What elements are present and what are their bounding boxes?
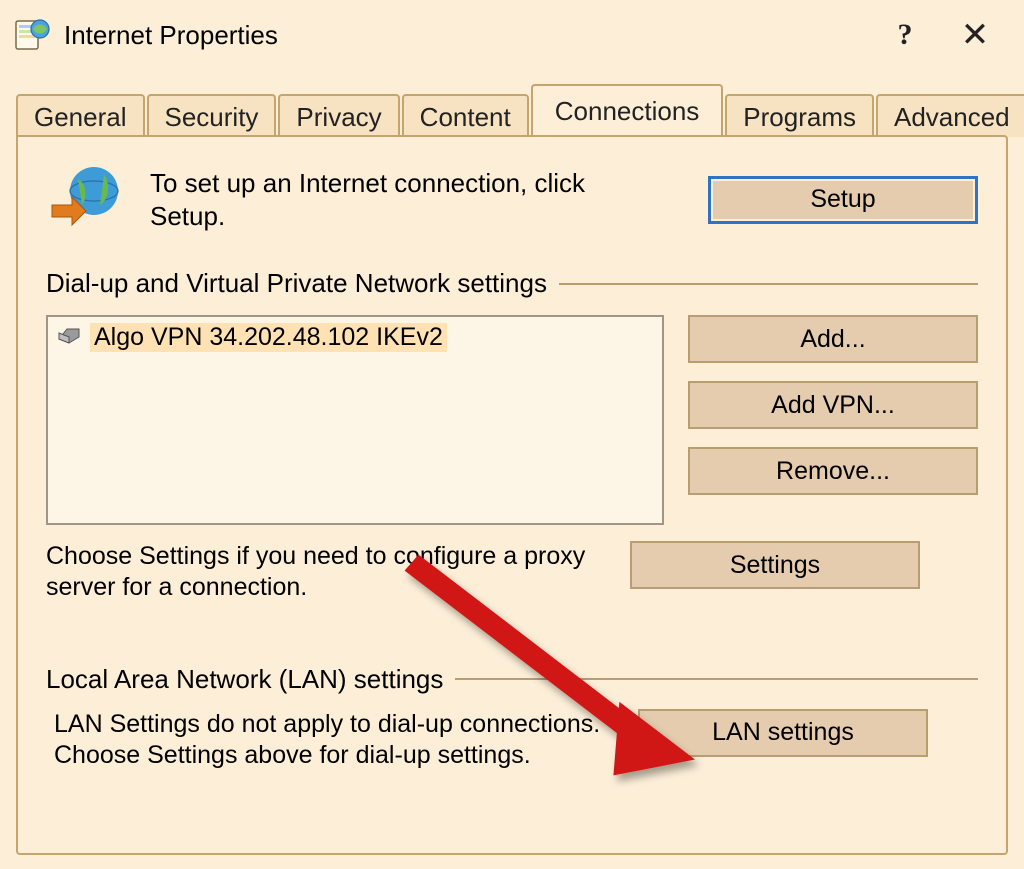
- tab-security[interactable]: Security: [147, 94, 277, 137]
- tab-content[interactable]: Content: [402, 94, 529, 137]
- tab-programs[interactable]: Programs: [725, 94, 874, 137]
- proxy-instruction-text: Choose Settings if you need to configure…: [46, 541, 606, 604]
- setup-instruction-text: To set up an Internet connection, click …: [150, 167, 590, 232]
- connection-icon: [56, 323, 82, 352]
- tab-connections[interactable]: Connections: [531, 84, 724, 135]
- lan-instruction-text: LAN Settings do not apply to dial-up con…: [54, 709, 614, 772]
- group-separator: [559, 283, 978, 285]
- connection-list[interactable]: Algo VPN 34.202.48.102 IKEv2: [46, 315, 664, 525]
- help-button[interactable]: ?: [870, 11, 940, 59]
- dialup-group-title: Dial-up and Virtual Private Network sett…: [46, 268, 547, 299]
- tabstrip: General Security Privacy Content Connect…: [16, 84, 1008, 135]
- close-button[interactable]: ✕: [940, 11, 1010, 59]
- settings-button[interactable]: Settings: [630, 541, 920, 589]
- tab-panel-connections: To set up an Internet connection, click …: [16, 135, 1008, 855]
- tab-general[interactable]: General: [16, 94, 145, 137]
- tab-advanced[interactable]: Advanced: [876, 94, 1024, 137]
- remove-button[interactable]: Remove...: [688, 447, 978, 495]
- internet-options-icon: [14, 17, 50, 53]
- add-button[interactable]: Add...: [688, 315, 978, 363]
- globe-arrow-icon: [46, 161, 130, 238]
- lan-group-title: Local Area Network (LAN) settings: [46, 664, 443, 695]
- titlebar: Internet Properties ? ✕: [0, 0, 1024, 68]
- group-separator: [455, 678, 978, 680]
- connection-list-item[interactable]: Algo VPN 34.202.48.102 IKEv2: [56, 323, 654, 352]
- tab-privacy[interactable]: Privacy: [278, 94, 399, 137]
- add-vpn-button[interactable]: Add VPN...: [688, 381, 978, 429]
- connection-item-label: Algo VPN 34.202.48.102 IKEv2: [90, 323, 447, 352]
- window-title: Internet Properties: [64, 20, 278, 51]
- lan-settings-button[interactable]: LAN settings: [638, 709, 928, 757]
- setup-button[interactable]: Setup: [708, 176, 978, 224]
